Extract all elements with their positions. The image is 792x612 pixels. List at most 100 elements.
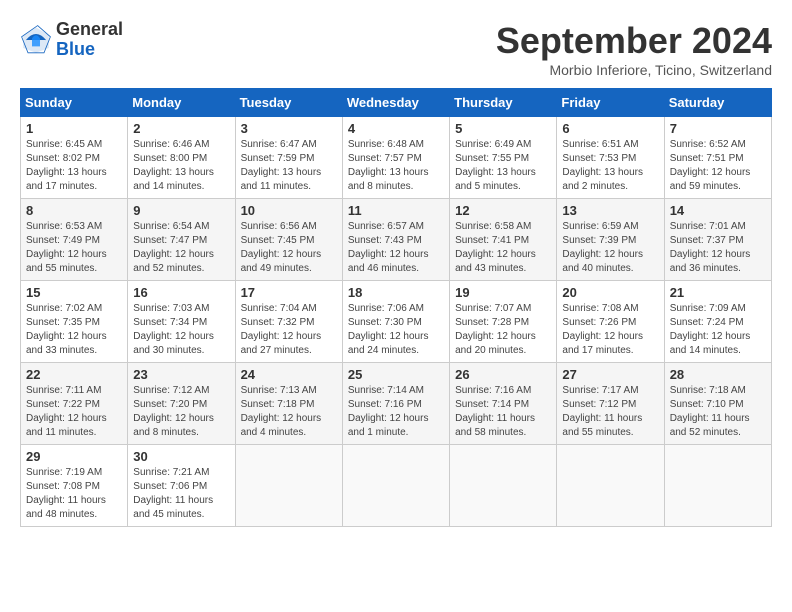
day-info: Sunrise: 7:17 AM Sunset: 7:12 PM Dayligh…	[562, 384, 658, 440]
calendar-cell: 14Sunrise: 7:01 AM Sunset: 7:37 PM Dayli…	[664, 199, 771, 281]
calendar-cell: 10 Sunrise: 6:56 AM Sunset: 7:45 PM Dayli…	[235, 199, 342, 281]
calendar-cell: 28 Sunrise: 7:18 AM Sunset: 7:10 PM Dayli…	[664, 363, 771, 445]
day-info: Sunrise: 6:57 AM Sunset: 7:43 PM Dayligh…	[348, 220, 444, 276]
day-number: 28	[670, 367, 766, 382]
calendar-cell: 26 Sunrise: 7:16 AM Sunset: 7:14 PM Dayli…	[450, 363, 557, 445]
day-info: Sunrise: 6:54 AM Sunset: 7:47 PM Dayligh…	[133, 220, 229, 276]
calendar-cell	[342, 445, 449, 527]
day-number: 24	[241, 367, 337, 382]
day-number: 19	[455, 285, 551, 300]
day-number: 23	[133, 367, 229, 382]
day-number: 25	[348, 367, 444, 382]
day-info: Sunrise: 7:11 AM Sunset: 7:22 PM Dayligh…	[26, 384, 122, 440]
calendar-cell: 21 Sunrise: 7:09 AM Sunset: 7:24 PM Dayli…	[664, 281, 771, 363]
week-row-2: 8 Sunrise: 6:53 AM Sunset: 7:49 PM Daylig…	[21, 199, 772, 281]
calendar-cell: 8 Sunrise: 6:53 AM Sunset: 7:49 PM Daylig…	[21, 199, 128, 281]
logo-blue: Blue	[56, 39, 95, 59]
month-title: September 2024	[496, 20, 772, 62]
calendar-cell: 18Sunrise: 7:06 AM Sunset: 7:30 PM Dayli…	[342, 281, 449, 363]
day-info: Sunrise: 6:53 AM Sunset: 7:49 PM Dayligh…	[26, 220, 122, 276]
day-info: Sunrise: 7:14 AM Sunset: 7:16 PM Dayligh…	[348, 384, 444, 440]
day-info: Sunrise: 6:47 AM Sunset: 7:59 PM Dayligh…	[241, 138, 337, 194]
day-number: 4	[348, 121, 444, 136]
day-number: 8	[26, 203, 122, 218]
calendar-cell: 15Sunrise: 7:02 AM Sunset: 7:35 PM Dayli…	[21, 281, 128, 363]
calendar-cell: 20Sunrise: 7:08 AM Sunset: 7:26 PM Dayli…	[557, 281, 664, 363]
day-number: 26	[455, 367, 551, 382]
day-info: Sunrise: 7:18 AM Sunset: 7:10 PM Dayligh…	[670, 384, 766, 440]
logo: General Blue	[20, 20, 123, 60]
day-number: 11	[348, 203, 444, 218]
day-info: Sunrise: 6:56 AM Sunset: 7:45 PM Dayligh…	[241, 220, 337, 276]
calendar-cell: 2 Sunrise: 6:46 AM Sunset: 8:00 PM Daylig…	[128, 117, 235, 199]
day-number: 16	[133, 285, 229, 300]
calendar-cell: 22 Sunrise: 7:11 AM Sunset: 7:22 PM Dayli…	[21, 363, 128, 445]
calendar-cell	[450, 445, 557, 527]
week-row-4: 22 Sunrise: 7:11 AM Sunset: 7:22 PM Dayli…	[21, 363, 772, 445]
col-header-thursday: Thursday	[450, 89, 557, 117]
day-number: 2	[133, 121, 229, 136]
day-info: Sunrise: 7:16 AM Sunset: 7:14 PM Dayligh…	[455, 384, 551, 440]
day-info: Sunrise: 6:45 AM Sunset: 8:02 PM Dayligh…	[26, 138, 122, 194]
week-row-5: 29 Sunrise: 7:19 AM Sunset: 7:08 PM Dayli…	[21, 445, 772, 527]
calendar-table: SundayMondayTuesdayWednesdayThursdayFrid…	[20, 88, 772, 527]
day-info: Sunrise: 7:13 AM Sunset: 7:18 PM Dayligh…	[241, 384, 337, 440]
logo-icon	[20, 24, 52, 56]
day-info: Sunrise: 7:21 AM Sunset: 7:06 PM Dayligh…	[133, 466, 229, 522]
col-header-sunday: Sunday	[21, 89, 128, 117]
calendar-cell: 17 Sunrise: 7:04 AM Sunset: 7:32 PM Dayli…	[235, 281, 342, 363]
calendar-cell	[557, 445, 664, 527]
calendar-cell: 5 Sunrise: 6:49 AM Sunset: 7:55 PM Daylig…	[450, 117, 557, 199]
col-header-monday: Monday	[128, 89, 235, 117]
calendar-cell: 29 Sunrise: 7:19 AM Sunset: 7:08 PM Dayli…	[21, 445, 128, 527]
day-info: Sunrise: 7:12 AM Sunset: 7:20 PM Dayligh…	[133, 384, 229, 440]
calendar-cell: 19 Sunrise: 7:07 AM Sunset: 7:28 PM Dayli…	[450, 281, 557, 363]
calendar-cell: 7Sunrise: 6:52 AM Sunset: 7:51 PM Daylig…	[664, 117, 771, 199]
calendar-cell: 16 Sunrise: 7:03 AM Sunset: 7:34 PM Dayli…	[128, 281, 235, 363]
day-info: Sunrise: 6:59 AM Sunset: 7:39 PM Dayligh…	[562, 220, 658, 276]
day-info: Sunrise: 7:01 AM Sunset: 7:37 PM Dayligh…	[670, 220, 766, 276]
day-info: Sunrise: 6:52 AM Sunset: 7:51 PM Dayligh…	[670, 138, 766, 194]
day-number: 3	[241, 121, 337, 136]
week-row-1: 1 Sunrise: 6:45 AM Sunset: 8:02 PM Daylig…	[21, 117, 772, 199]
day-info: Sunrise: 6:46 AM Sunset: 8:00 PM Dayligh…	[133, 138, 229, 194]
day-info: Sunrise: 7:09 AM Sunset: 7:24 PM Dayligh…	[670, 302, 766, 358]
calendar-cell	[235, 445, 342, 527]
day-info: Sunrise: 7:19 AM Sunset: 7:08 PM Dayligh…	[26, 466, 122, 522]
calendar-cell: 11 Sunrise: 6:57 AM Sunset: 7:43 PM Dayli…	[342, 199, 449, 281]
calendar-cell: 27Sunrise: 7:17 AM Sunset: 7:12 PM Dayli…	[557, 363, 664, 445]
calendar-cell: 25 Sunrise: 7:14 AM Sunset: 7:16 PM Dayli…	[342, 363, 449, 445]
logo-general: General	[56, 19, 123, 39]
col-header-saturday: Saturday	[664, 89, 771, 117]
day-info: Sunrise: 7:02 AM Sunset: 7:35 PM Dayligh…	[26, 302, 122, 358]
day-number: 10	[241, 203, 337, 218]
location: Morbio Inferiore, Ticino, Switzerland	[496, 62, 772, 78]
logo-text: General Blue	[56, 20, 123, 60]
day-number: 1	[26, 121, 122, 136]
day-number: 13	[562, 203, 658, 218]
day-number: 29	[26, 449, 122, 464]
calendar-cell: 3 Sunrise: 6:47 AM Sunset: 7:59 PM Daylig…	[235, 117, 342, 199]
calendar-body: 1 Sunrise: 6:45 AM Sunset: 8:02 PM Daylig…	[21, 117, 772, 527]
calendar-cell: 24 Sunrise: 7:13 AM Sunset: 7:18 PM Dayli…	[235, 363, 342, 445]
calendar-cell: 13 Sunrise: 6:59 AM Sunset: 7:39 PM Dayli…	[557, 199, 664, 281]
calendar-cell: 6Sunrise: 6:51 AM Sunset: 7:53 PM Daylig…	[557, 117, 664, 199]
day-info: Sunrise: 7:06 AM Sunset: 7:30 PM Dayligh…	[348, 302, 444, 358]
calendar-cell: 1 Sunrise: 6:45 AM Sunset: 8:02 PM Daylig…	[21, 117, 128, 199]
col-header-wednesday: Wednesday	[342, 89, 449, 117]
day-info: Sunrise: 7:04 AM Sunset: 7:32 PM Dayligh…	[241, 302, 337, 358]
day-info: Sunrise: 7:07 AM Sunset: 7:28 PM Dayligh…	[455, 302, 551, 358]
day-number: 21	[670, 285, 766, 300]
day-info: Sunrise: 7:03 AM Sunset: 7:34 PM Dayligh…	[133, 302, 229, 358]
day-info: Sunrise: 6:49 AM Sunset: 7:55 PM Dayligh…	[455, 138, 551, 194]
calendar-cell: 12Sunrise: 6:58 AM Sunset: 7:41 PM Dayli…	[450, 199, 557, 281]
col-header-tuesday: Tuesday	[235, 89, 342, 117]
day-number: 6	[562, 121, 658, 136]
calendar-cell	[664, 445, 771, 527]
day-info: Sunrise: 6:48 AM Sunset: 7:57 PM Dayligh…	[348, 138, 444, 194]
day-number: 20	[562, 285, 658, 300]
calendar-cell: 23 Sunrise: 7:12 AM Sunset: 7:20 PM Dayli…	[128, 363, 235, 445]
day-number: 5	[455, 121, 551, 136]
day-number: 17	[241, 285, 337, 300]
day-number: 22	[26, 367, 122, 382]
